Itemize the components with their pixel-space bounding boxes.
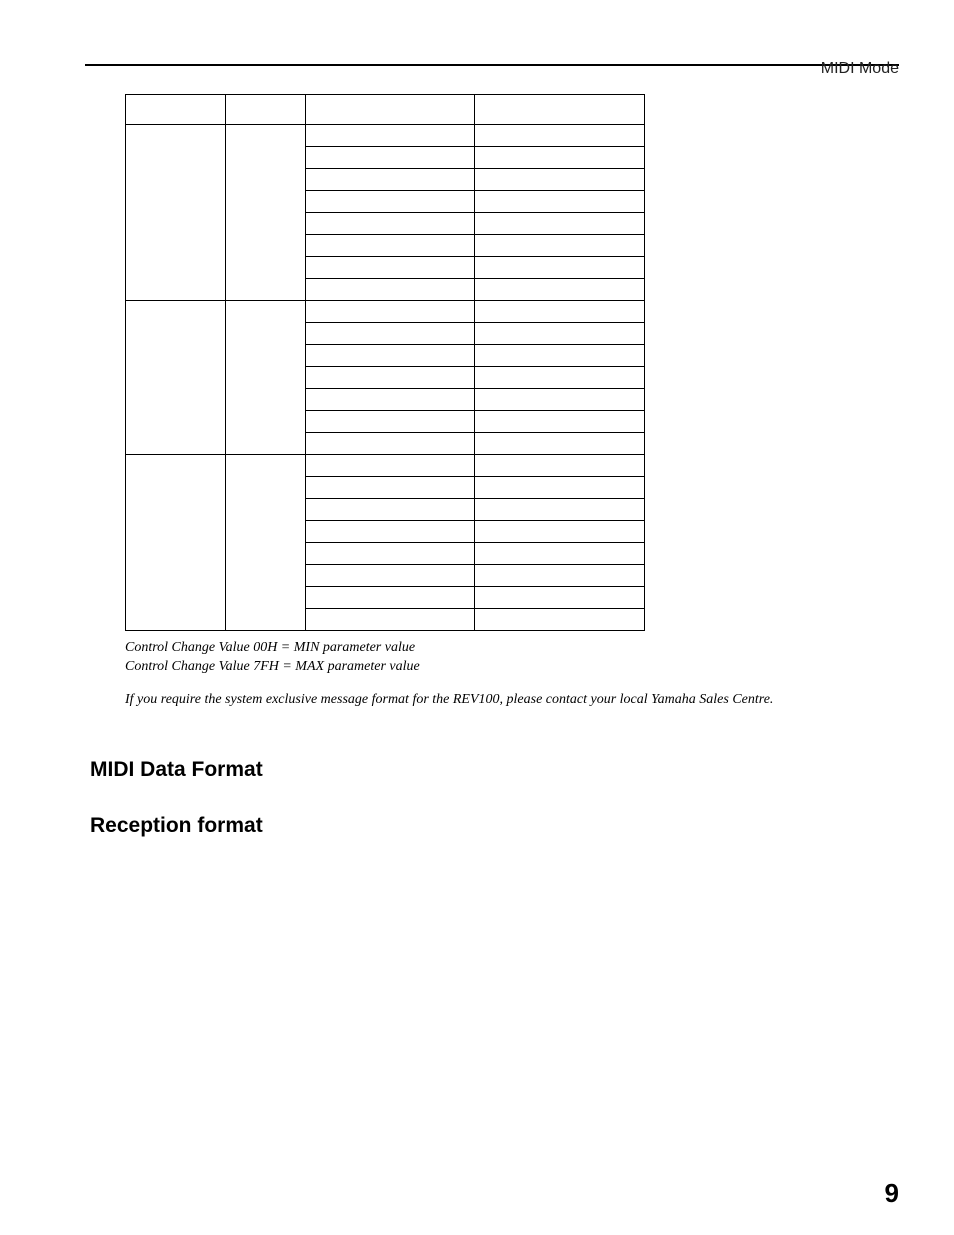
page-number: 9	[885, 1178, 899, 1209]
param-cell	[305, 125, 475, 147]
control-cell	[475, 609, 645, 631]
control-cell	[475, 367, 645, 389]
param-cell	[305, 609, 475, 631]
type-cell	[126, 455, 226, 631]
control-cell	[475, 125, 645, 147]
param-cell	[305, 257, 475, 279]
control-cell	[475, 257, 645, 279]
control-cell	[475, 323, 645, 345]
footnote-extra: If you require the system exclusive mess…	[125, 691, 899, 710]
table-header-cell	[475, 95, 645, 125]
control-cell	[475, 213, 645, 235]
param-cell	[305, 169, 475, 191]
param-cell	[305, 323, 475, 345]
footnote-line: Control Change Value 7FH = MAX parameter…	[125, 658, 899, 677]
control-cell	[475, 521, 645, 543]
control-cell	[475, 477, 645, 499]
param-cell	[305, 191, 475, 213]
control-cell	[475, 389, 645, 411]
control-cell	[475, 565, 645, 587]
param-cell	[305, 213, 475, 235]
type-cell	[126, 301, 226, 455]
table-header-cell	[126, 95, 226, 125]
param-cell	[305, 565, 475, 587]
param-cell	[305, 235, 475, 257]
table-row	[126, 455, 645, 477]
type-cell	[126, 125, 226, 301]
parameter-table	[125, 94, 645, 631]
param-cell	[305, 477, 475, 499]
table-header-cell	[305, 95, 475, 125]
param-cell	[305, 279, 475, 301]
footnote-line: Control Change Value 00H = MIN parameter…	[125, 639, 899, 658]
param-cell	[305, 147, 475, 169]
table-header-cell	[225, 95, 305, 125]
param-cell	[305, 367, 475, 389]
parameter-table-container	[125, 94, 645, 631]
param-cell	[305, 345, 475, 367]
param-cell	[305, 411, 475, 433]
table-footnotes: Control Change Value 00H = MIN parameter…	[125, 639, 899, 710]
control-cell	[475, 191, 645, 213]
heading-reception-format: Reception format	[90, 814, 899, 838]
param-cell	[305, 433, 475, 455]
table-row	[126, 125, 645, 147]
control-cell	[475, 147, 645, 169]
subtype-cell	[225, 301, 305, 455]
control-cell	[475, 279, 645, 301]
control-cell	[475, 411, 645, 433]
param-cell	[305, 389, 475, 411]
header-section-label: MIDI Mode	[821, 60, 899, 78]
heading-midi-data-format: MIDI Data Format	[90, 758, 899, 782]
control-cell	[475, 499, 645, 521]
control-cell	[475, 433, 645, 455]
table-row	[126, 301, 645, 323]
control-cell	[475, 345, 645, 367]
param-cell	[305, 499, 475, 521]
param-cell	[305, 455, 475, 477]
subtype-cell	[225, 455, 305, 631]
subtype-cell	[225, 125, 305, 301]
control-cell	[475, 587, 645, 609]
control-cell	[475, 235, 645, 257]
control-cell	[475, 169, 645, 191]
param-cell	[305, 587, 475, 609]
header-rule	[85, 64, 899, 66]
param-cell	[305, 301, 475, 323]
control-cell	[475, 455, 645, 477]
control-cell	[475, 301, 645, 323]
table-header-row	[126, 95, 645, 125]
param-cell	[305, 543, 475, 565]
param-cell	[305, 521, 475, 543]
control-cell	[475, 543, 645, 565]
